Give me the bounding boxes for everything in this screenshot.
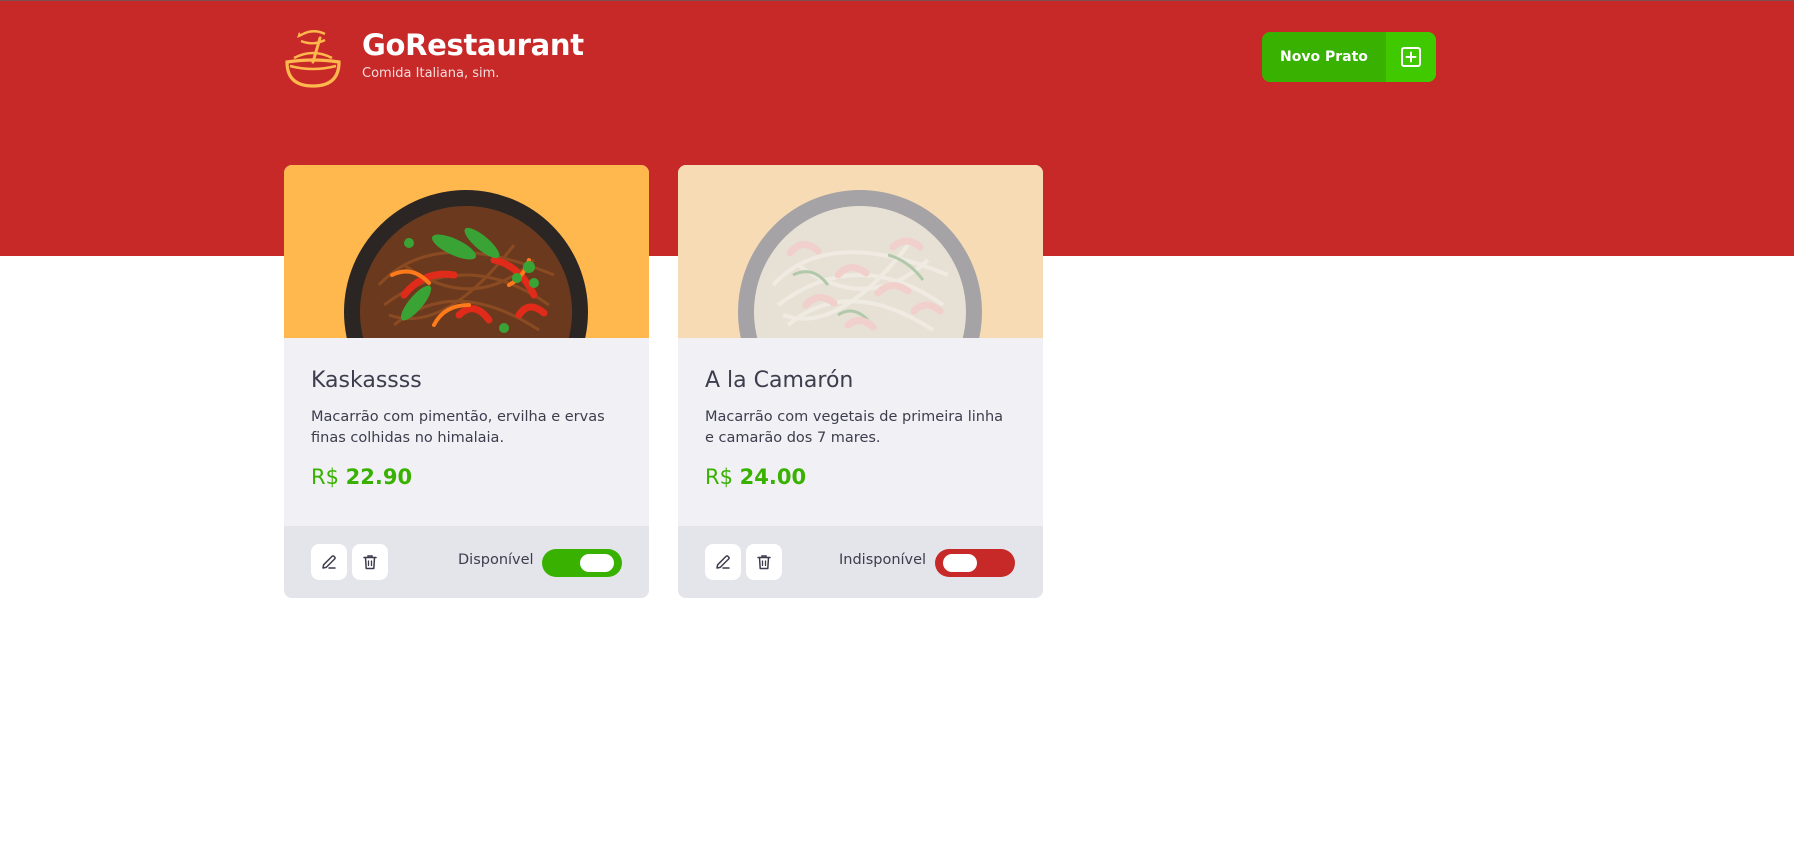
edit-button[interactable] (311, 544, 347, 580)
new-dish-button-label: Novo Prato (1262, 32, 1386, 82)
food-price: R$ 22.90 (311, 465, 622, 489)
price-currency: R$ (705, 465, 733, 489)
toggle-knob (580, 554, 614, 572)
food-description: Macarrão com pimentão, ervilha e ervas f… (311, 409, 605, 446)
availability-label: Disponível (458, 552, 534, 568)
pencil-icon (716, 555, 730, 569)
trash-icon (363, 555, 377, 570)
food-card: Kaskassss Macarrão com pimentão, ervilha… (284, 165, 649, 598)
availability-toggle[interactable] (542, 549, 622, 577)
plus-square-icon (1386, 32, 1436, 82)
delete-button[interactable] (352, 544, 388, 580)
food-image (678, 165, 1043, 338)
brand: GoRestaurant Comida Italiana, sim. (283, 28, 584, 88)
new-dish-button[interactable]: Novo Prato (1262, 32, 1436, 82)
food-card-footer: Indisponível (678, 526, 1043, 598)
food-name: A la Camarón (705, 368, 854, 393)
food-card: A la Camarón Macarrão com vegetais de pr… (678, 165, 1043, 598)
food-price: R$ 24.00 (705, 465, 1016, 489)
food-name: Kaskassss (311, 368, 422, 393)
availability-toggle[interactable] (935, 549, 1015, 577)
trash-icon (757, 555, 771, 570)
price-value: 24.00 (739, 465, 807, 489)
bowl-icon (285, 30, 341, 88)
toggle-knob (943, 554, 977, 572)
app-subtitle: Comida Italiana, sim. (362, 66, 500, 81)
app-title: GoRestaurant (362, 28, 584, 62)
food-description: Macarrão com vegetais de primeira linha … (705, 409, 1004, 446)
edit-button[interactable] (705, 544, 741, 580)
price-currency: R$ (311, 465, 339, 489)
price-value: 22.90 (345, 465, 413, 489)
delete-button[interactable] (746, 544, 782, 580)
availability-label: Indisponível (839, 552, 927, 568)
pencil-icon (322, 555, 336, 569)
food-image (284, 165, 649, 338)
food-card-footer: Disponível (284, 526, 649, 598)
